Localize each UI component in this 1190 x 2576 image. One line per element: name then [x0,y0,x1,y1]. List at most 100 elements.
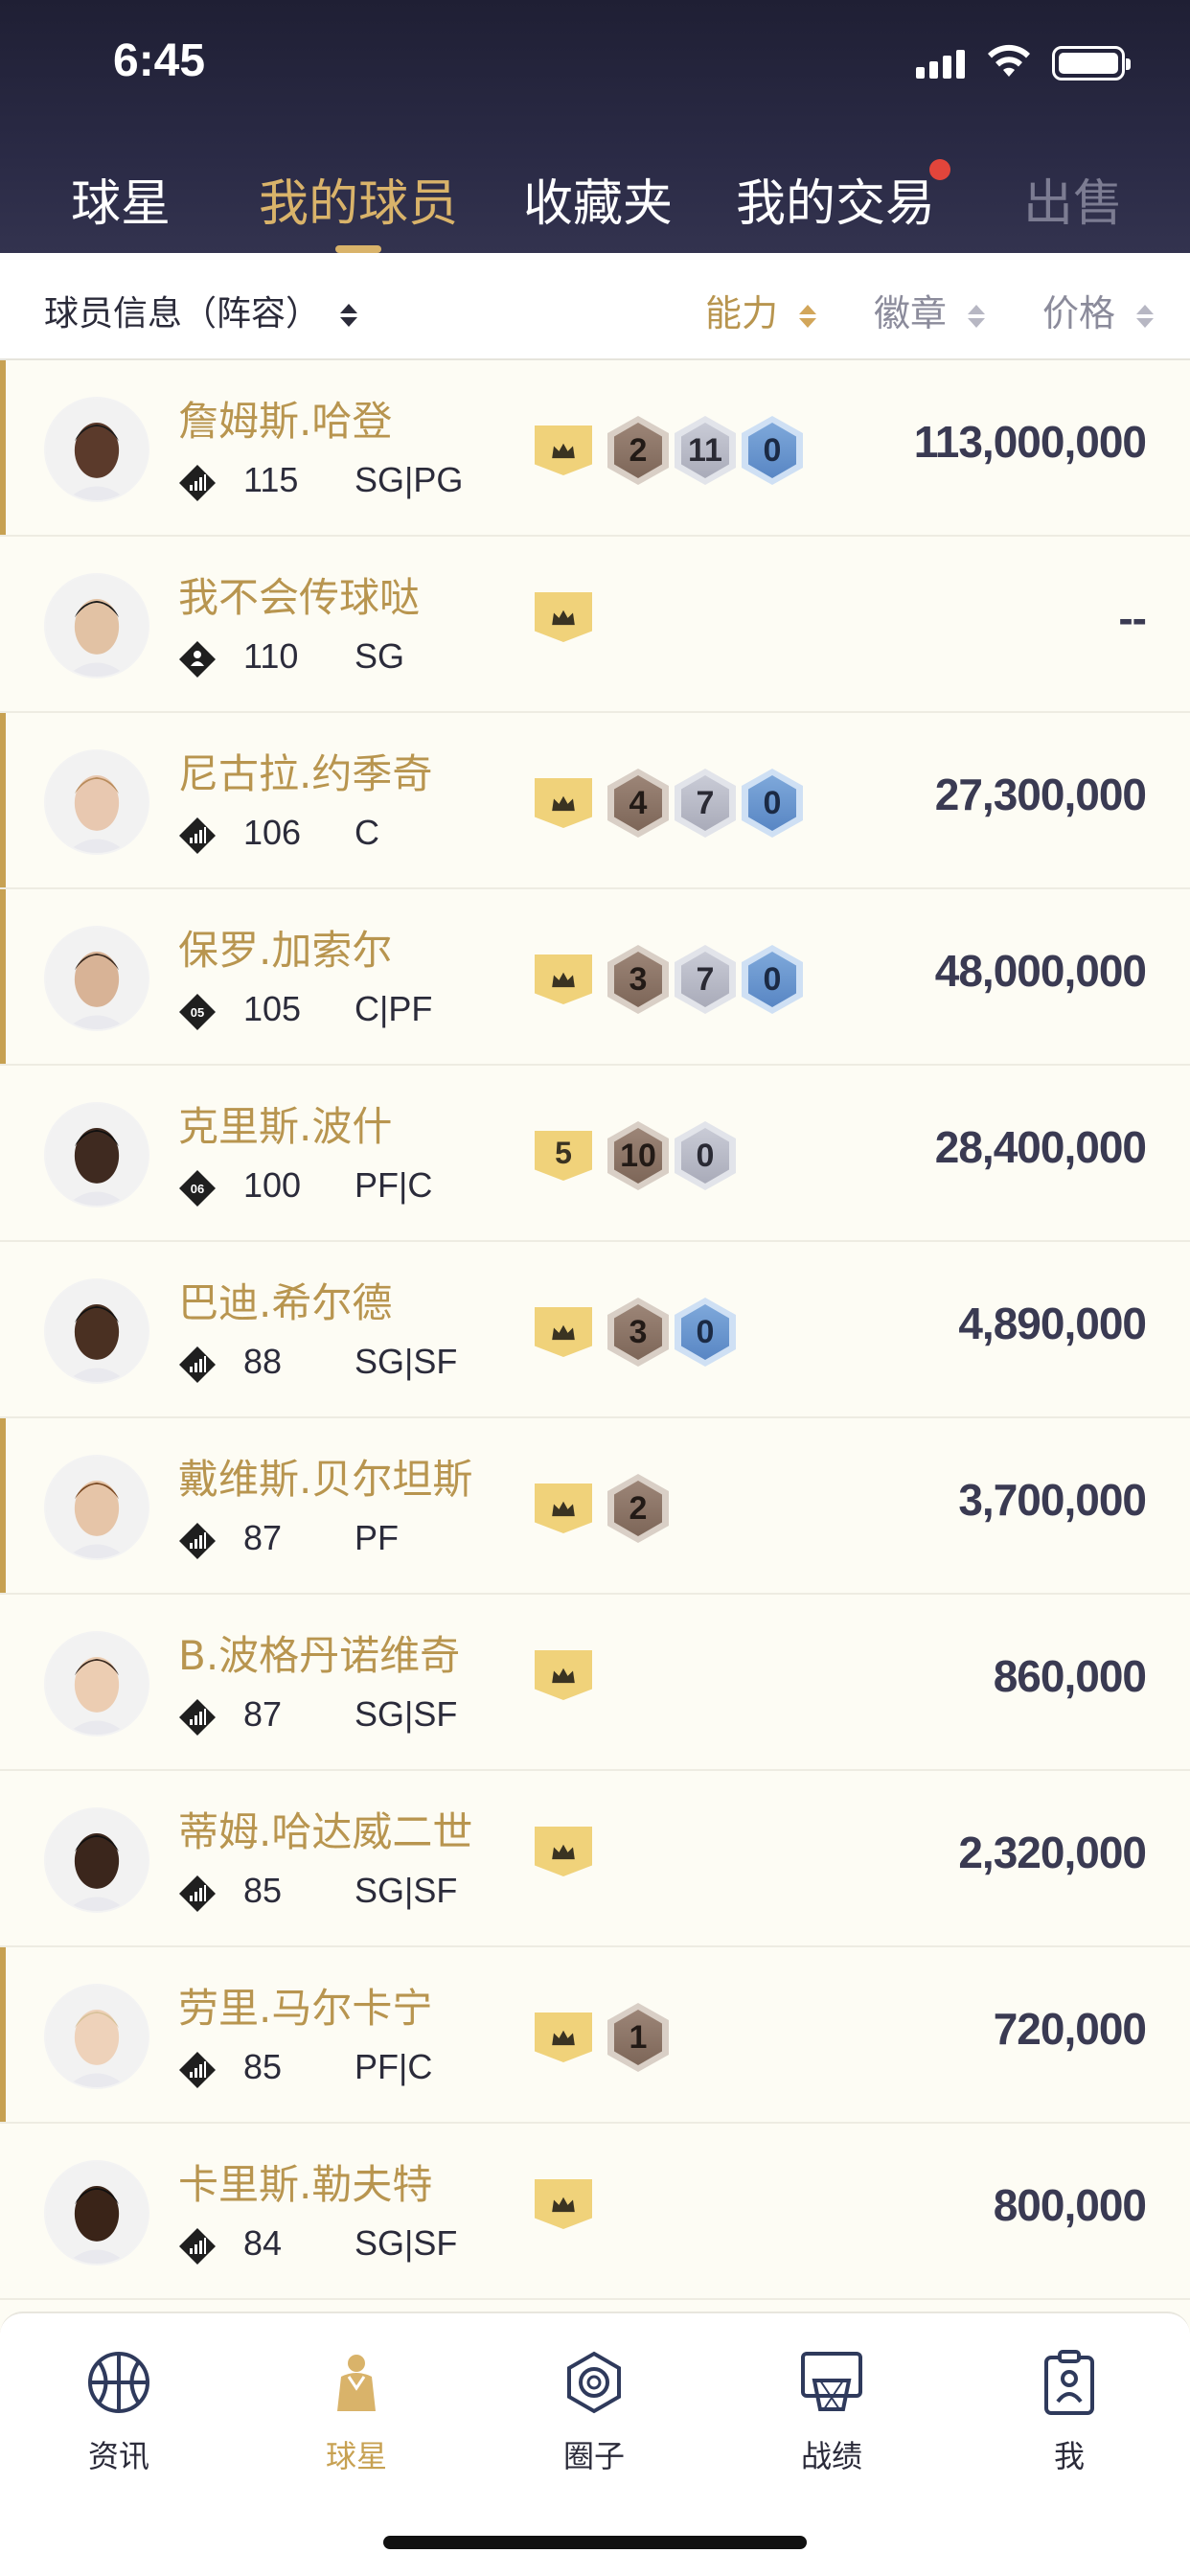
player-avatar [44,1984,149,2089]
badge-group: 30 [535,1298,736,1367]
crown-icon [535,778,592,828]
sort-by-badges[interactable]: 徽章 [874,284,986,336]
player-position: SG|SF [355,1342,458,1381]
player-avatar [44,397,149,502]
nav-record[interactable]: 战绩 [755,2348,908,2476]
player-row[interactable]: B.波格丹诺维奇 87 SG|SF 860,000 [0,1595,1190,1771]
gold-badge-count: 0 [742,416,803,485]
player-position: SG|SF [355,2223,458,2263]
nav-record-label: 战绩 [800,2438,862,2474]
player-rating: 85 [243,2047,283,2086]
rank-bars-icon [179,817,216,854]
home-indicator [383,2536,807,2549]
nav-stars[interactable]: 球星 [280,2348,433,2476]
badge-group [535,1650,602,1700]
player-avatar [44,1631,149,1736]
player-position: PF|C [355,1165,433,1205]
tier-level-value: 5 [555,1135,572,1170]
badge-group [535,2179,602,2229]
player-name: 尼古拉.约季奇 [178,750,433,797]
player-avatar [44,749,149,855]
player-row[interactable]: 詹姆斯.哈登 115 SG|PG 2 11 0 113,000,000 [0,360,1190,537]
player-row[interactable]: 尼古拉.约季奇 106 C 4 7 0 27,300,000 [0,713,1190,889]
player-row[interactable]: 巴迪.希尔德 88 SG|SF 3 0 4,890,000 [0,1242,1190,1418]
badge-group: 2 11 0 [535,416,803,485]
sort-arrows-icon [1136,304,1155,328]
player-row[interactable]: 劳里.马尔卡宁 85 PF|C 1 720,000 [0,1947,1190,2124]
sort-arrows-icon [340,304,358,327]
player-name: 戴维斯.贝尔坦斯 [178,1456,473,1503]
rank-number-icon: 05 [179,994,216,1030]
player-row[interactable]: 保罗.加索尔 05 105 C|PF 3 7 0 48,000,000 [0,889,1190,1066]
player-price: 800,000 [993,2180,1147,2230]
player-rating: 87 [243,1694,283,1734]
player-row[interactable]: 蒂姆.哈达威二世 85 SG|SF 2,320,000 [0,1771,1190,1947]
player-rating: 87 [243,1518,283,1557]
player-rating: 84 [243,2223,283,2263]
player-avatar [44,1102,149,1208]
player-row[interactable]: 卡里斯.勒夫特 84 SG|SF 800,000 [0,2124,1190,2300]
clipboard-user-icon [1044,2350,1094,2415]
cellular-signal-icon [916,50,965,79]
tab-my-trades[interactable]: 我的交易 [736,163,935,235]
active-tab-indicator [335,245,381,253]
gold-badge-count: 0 [675,1298,736,1367]
svg-text:05: 05 [191,1005,204,1020]
nav-stars-label: 球星 [325,2438,387,2474]
player-rating: 115 [243,460,299,499]
player-rating: 85 [243,1871,283,1910]
player-price: 720,000 [993,2004,1147,2054]
player-position: SG|PG [355,460,464,499]
tab-sell[interactable]: 出售 [1023,163,1123,235]
lineup-filter-label: 球员信息（阵容） [44,294,321,334]
crown-icon [535,1484,592,1533]
player-avatar [44,2160,149,2266]
lineup-filter-dropdown[interactable]: 球员信息（阵容） [44,286,358,335]
badge-group: 1 [535,2003,669,2072]
tab-favorites[interactable]: 收藏夹 [523,163,673,235]
player-jersey-icon [337,2355,376,2411]
crown-icon [535,592,592,642]
nav-circle-label: 圈子 [562,2438,625,2474]
player-name: 劳里.马尔卡宁 [178,1985,433,2032]
badge-group: 470 [535,769,803,838]
crown-icon [535,954,592,1004]
player-price: 860,000 [993,1651,1147,1701]
player-rating: 100 [243,1165,302,1205]
bronze-badge-count: 4 [607,769,669,838]
player-name: 保罗.加索尔 [178,927,393,974]
player-price: 48,000,000 [934,946,1147,996]
tab-my-players[interactable]: 我的球员 [259,163,458,235]
player-position: SG|SF [355,1694,458,1734]
rank-number-icon: 06 [179,1170,216,1207]
bronze-badge-count: 2 [607,1474,669,1543]
sort-by-ability[interactable]: 能力 [705,284,817,336]
player-name: 巴迪.希尔德 [178,1279,393,1326]
nav-circle[interactable]: 圈子 [517,2348,671,2476]
player-row[interactable]: 我不会传球哒 110 SG -- [0,537,1190,713]
rank-bars-icon [179,1346,216,1383]
nav-news-label: 资讯 [87,2438,149,2474]
player-price: 113,000,000 [913,417,1147,467]
player-row[interactable]: 戴维斯.贝尔坦斯 87 PF 2 3,700,000 [0,1418,1190,1595]
wifi-icon [988,44,1030,77]
tier-level-badge: 5 [535,1131,592,1181]
player-name: 卡里斯.勒夫特 [178,2161,433,2208]
rank-bars-icon [179,465,216,501]
crown-icon [535,1650,592,1700]
bronze-badge-count: 10 [607,1121,669,1190]
player-avatar [44,1278,149,1384]
player-price: -- [1118,593,1147,643]
bronze-badge-count: 3 [607,1298,669,1367]
top-tabs: 球星 我的球员 收藏夹 我的交易 出售 [0,153,1190,253]
player-row[interactable]: 克里斯.波什 06 100 PF|C 5 10 0 28,400,000 [0,1066,1190,1242]
sort-by-price[interactable]: 价格 [1042,284,1155,336]
nav-me[interactable]: 我 [993,2348,1146,2476]
tab-stars[interactable]: 球星 [71,163,171,235]
silver-badge-count: 7 [675,945,736,1014]
crown-icon [535,2179,592,2229]
player-position: PF|C [355,2047,433,2086]
bronze-badge-count: 3 [607,945,669,1014]
status-time: 6:45 [113,35,206,86]
nav-news[interactable]: 资讯 [42,2348,195,2476]
